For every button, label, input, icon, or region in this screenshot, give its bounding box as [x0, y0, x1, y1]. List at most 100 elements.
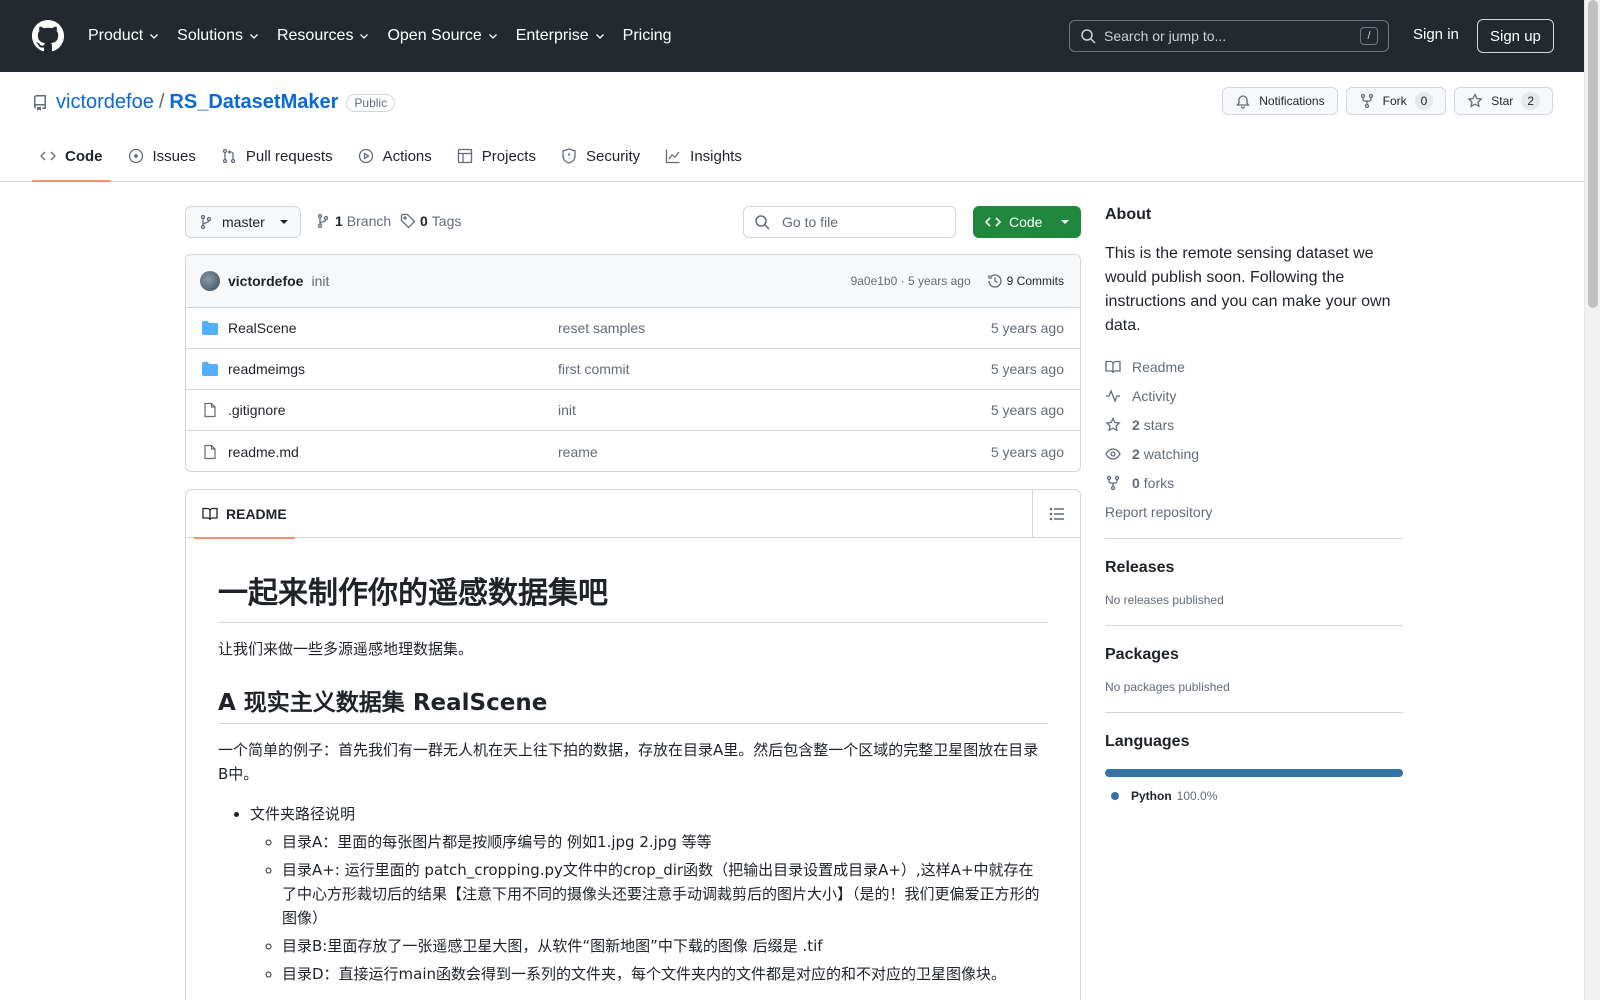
notifications-button[interactable]: Notifications [1222, 87, 1338, 115]
table-row: readmeimgs first commit 5 years ago [186, 349, 1080, 390]
file-icon [204, 402, 216, 418]
readme-link[interactable]: Readme [1105, 358, 1403, 375]
file-commit-age: 5 years ago [990, 443, 1064, 460]
tab-pull-requests[interactable]: Pull requests [213, 132, 341, 180]
repo-owner-link[interactable]: victordefoe [56, 91, 154, 114]
branch-icon [200, 214, 212, 230]
commit-message-link[interactable]: init [311, 273, 329, 289]
nav-pricing[interactable]: Pricing [623, 27, 672, 45]
file-name-link[interactable]: .gitignore [228, 402, 558, 418]
global-nav: Product Solutions Resources Open Source Ente… [88, 27, 689, 45]
folder-icon [202, 362, 218, 376]
nav-open-source[interactable]: Open Source [387, 27, 498, 45]
activity-link[interactable]: Activity [1105, 387, 1403, 404]
language-color-dot [1111, 792, 1119, 800]
stars-link[interactable]: 2 stars [1105, 416, 1403, 433]
commits-count: 9 Commits [1006, 274, 1064, 288]
language-bar [1105, 769, 1403, 777]
pulse-icon [1106, 388, 1120, 403]
nav-label: Enterprise [515, 27, 589, 44]
commits-history-link[interactable]: 9 Commits [987, 273, 1064, 289]
fork-count: 0 [1414, 92, 1434, 110]
book-icon [202, 507, 218, 520]
releases-title[interactable]: Releases [1105, 559, 1403, 577]
file-commit-message-link[interactable]: reset samples [558, 320, 645, 336]
readme-list: 文件夹路径说明 目录A：里面的每张图片都是按顺序编号的 例如1.jpg 2.jp… [218, 802, 1048, 986]
tab-issues[interactable]: Issues [120, 132, 204, 180]
nav-label: Solutions [177, 27, 243, 44]
tab-code[interactable]: Code [32, 132, 111, 182]
language-percent: 100.0% [1176, 789, 1218, 803]
tab-label: Code [65, 147, 103, 165]
packages-title[interactable]: Packages [1105, 646, 1403, 664]
table-row: .gitignore init 5 years ago [186, 390, 1080, 431]
go-to-file-input[interactable]: Go to file [743, 206, 956, 238]
search-icon [755, 215, 770, 230]
tab-label: Security [585, 147, 641, 165]
shield-icon [562, 148, 576, 164]
tab-security[interactable]: Security [553, 132, 648, 180]
file-commit-age: 5 years ago [990, 402, 1064, 418]
readme-heading: 一起来制作你的遥感数据集吧 [218, 538, 1048, 623]
star-icon [1105, 416, 1121, 432]
file-browser: victordefoe init 9a0e1b0 · 5 years ago 9… [185, 254, 1081, 472]
tab-label: Actions [382, 147, 432, 165]
chevron-down-icon [280, 220, 288, 224]
readme-sublist: 目录A：里面的每张图片都是按顺序编号的 例如1.jpg 2.jpg 等等目录A+… [250, 830, 1048, 986]
readme-link-label: Readme [1132, 358, 1185, 375]
scrollbar-thumb[interactable] [1588, 0, 1598, 308]
search-icon [1081, 29, 1096, 44]
tab-actions[interactable]: Actions [350, 132, 440, 180]
sign-in-link[interactable]: Sign in [1413, 26, 1459, 43]
repo-header: victordefoe / RS_DatasetMaker Public Not… [0, 72, 1584, 182]
file-name-link[interactable]: RealScene [228, 320, 558, 336]
readme-intro: 让我们来做一些多源遥感地理数据集。 [218, 640, 474, 658]
branch-icon [317, 213, 329, 229]
github-logo-icon[interactable] [32, 20, 64, 52]
list-item: 目录B:里面存放了一张遥感卫星大图，从软件“图新地图”中下载的图像 后缀是 .t… [282, 934, 1048, 958]
file-commit-message-link[interactable]: init [558, 402, 576, 418]
page-scrollbar[interactable] [1584, 0, 1600, 1000]
fork-icon [1106, 475, 1120, 490]
activity-link-label: Activity [1132, 387, 1177, 404]
outline-button[interactable] [1032, 490, 1080, 538]
watching-label: watching [1143, 445, 1200, 462]
nav-solutions[interactable]: Solutions [177, 27, 260, 45]
fork-button[interactable]: Fork 0 [1345, 87, 1447, 115]
tab-insights[interactable]: Insights [657, 132, 750, 180]
branch-selector[interactable]: master [185, 206, 301, 238]
repo-name-link[interactable]: RS_DatasetMaker [169, 91, 338, 114]
report-repository-link[interactable]: Report repository [1105, 503, 1403, 520]
tab-projects[interactable]: Projects [449, 132, 544, 180]
list-item: 目录A：里面的每张图片都是按顺序编号的 例如1.jpg 2.jpg 等等 [282, 830, 1048, 854]
star-icon [1467, 93, 1483, 108]
commit-hash-age[interactable]: 9a0e1b0 · 5 years ago [851, 274, 971, 288]
chevron-down-icon [250, 34, 258, 39]
file-name-link[interactable]: readmeimgs [228, 361, 558, 377]
sidebar-divider [1105, 538, 1403, 539]
avatar[interactable] [200, 271, 220, 291]
nav-enterprise[interactable]: Enterprise [516, 27, 606, 45]
star-count: 2 [1521, 92, 1540, 110]
nav-resources[interactable]: Resources [277, 27, 370, 45]
star-button[interactable]: Star 2 [1454, 87, 1553, 115]
file-name-link[interactable]: readme.md [228, 444, 558, 460]
repo-path-separator: / [158, 91, 165, 113]
forks-link[interactable]: 0 forks [1105, 474, 1403, 491]
nav-label: Product [88, 27, 144, 44]
nav-product[interactable]: Product [88, 27, 160, 45]
sign-up-button[interactable]: Sign up [1477, 19, 1554, 53]
readme-tab[interactable]: README [194, 490, 295, 539]
chevron-down-icon [1061, 220, 1069, 224]
search-input[interactable]: Search or jump to... / [1069, 20, 1389, 52]
code-dropdown-button[interactable]: Code [973, 206, 1081, 238]
commit-author-link[interactable]: victordefoe [228, 273, 303, 289]
watching-link[interactable]: 2 watching [1105, 445, 1403, 462]
file-commit-message-link[interactable]: reame [558, 444, 598, 460]
branches-link[interactable]: 1 Branch [315, 213, 391, 229]
language-row[interactable]: Python 100.0% [1105, 789, 1403, 803]
tags-link[interactable]: 0 Tags [400, 213, 461, 229]
readme-paragraph: 一个简单的例子：首先我们有一群无人机在天上往下拍的数据，存放在目录A里。然后包含… [218, 741, 1039, 783]
go-to-file-placeholder: Go to file [782, 214, 839, 230]
file-commit-message-link[interactable]: first commit [558, 361, 630, 377]
